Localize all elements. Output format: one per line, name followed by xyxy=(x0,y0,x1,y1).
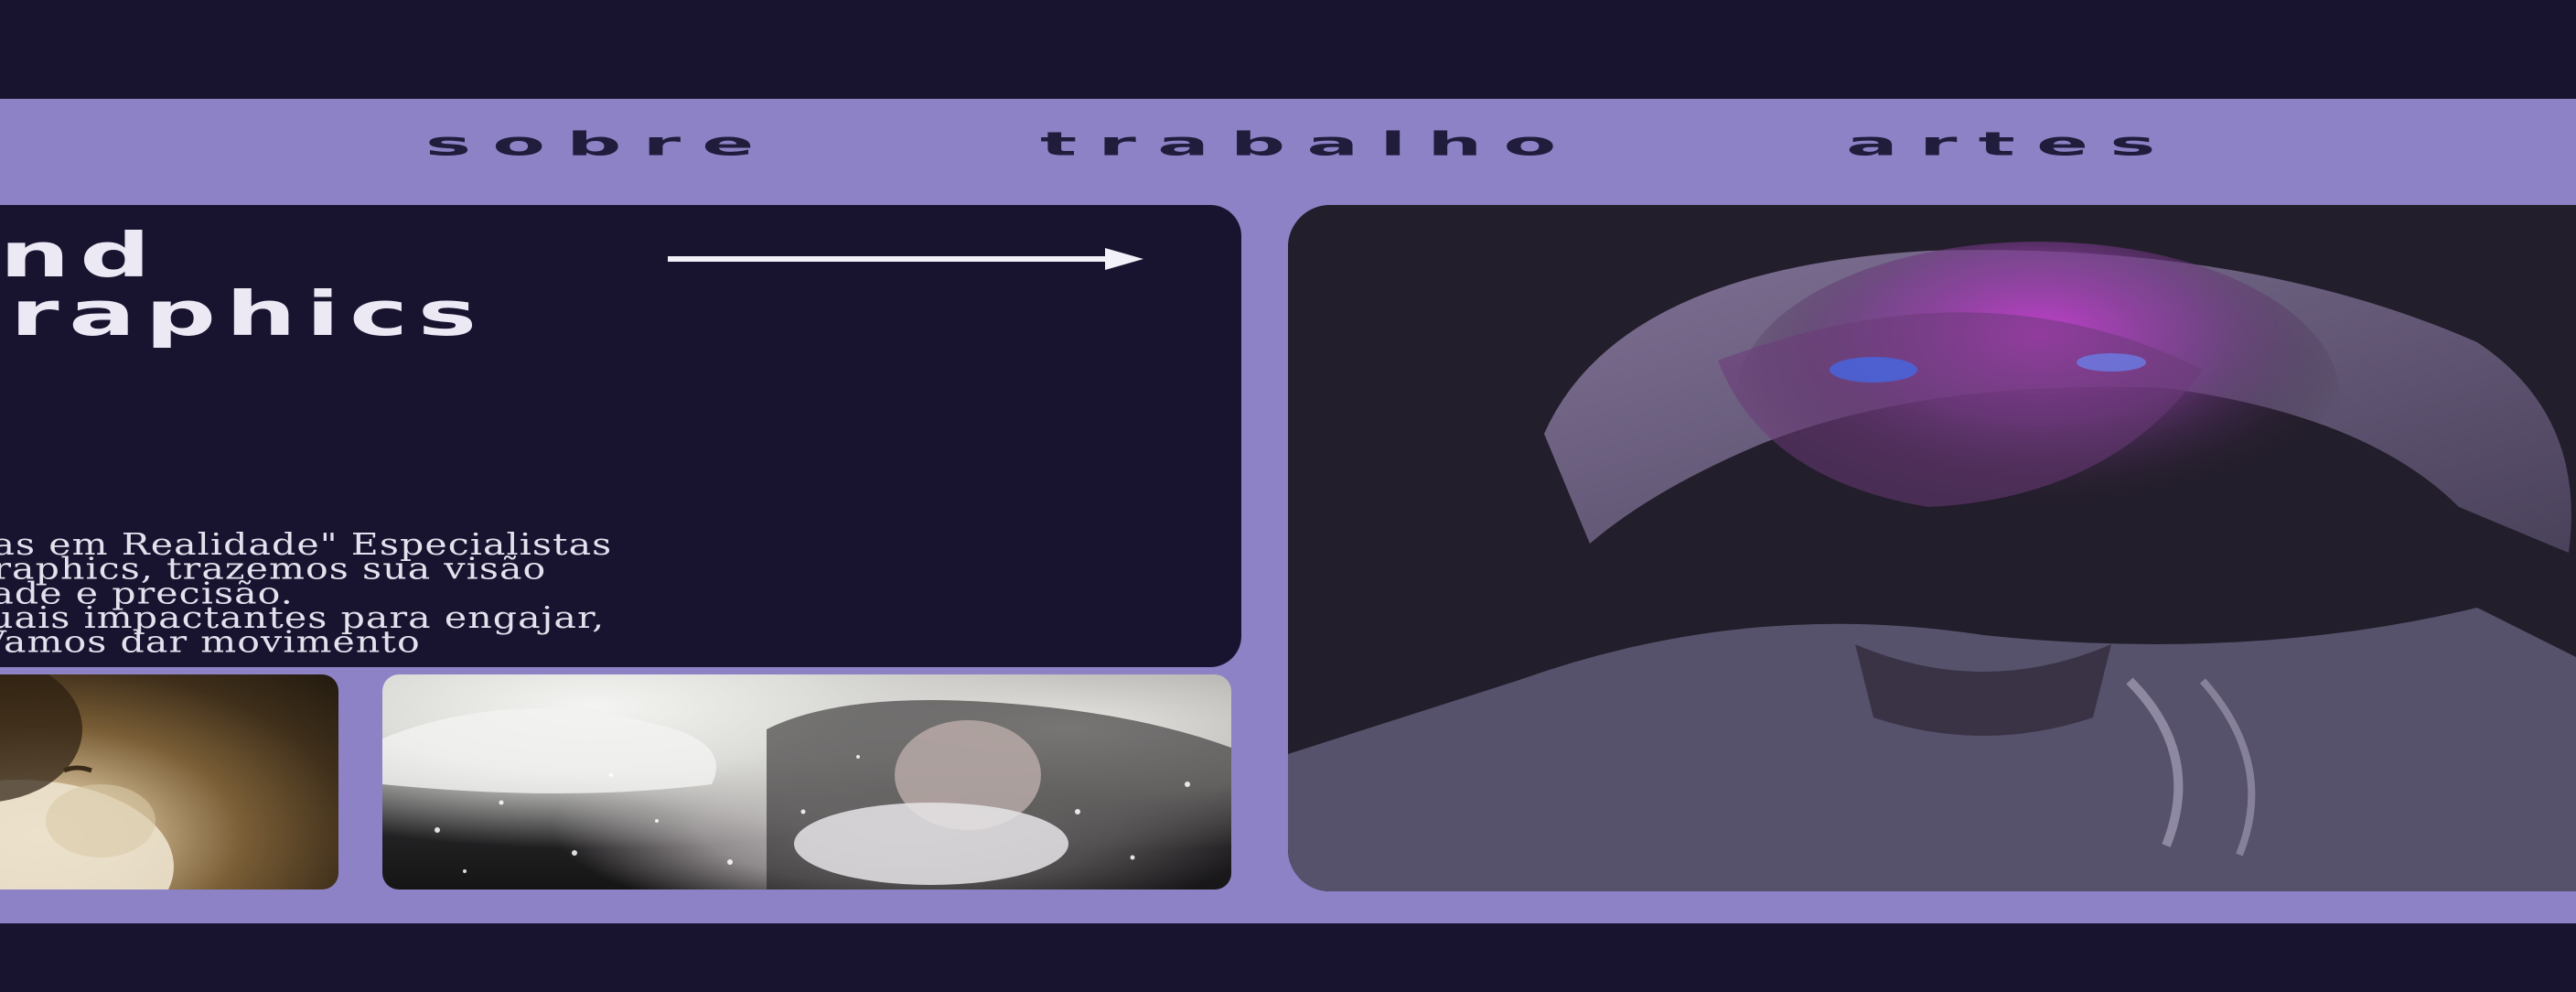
main-nav: sobre trabalho artes xyxy=(0,99,2576,205)
arrow-right-icon[interactable] xyxy=(668,247,1143,271)
portrait-artwork-pink-light xyxy=(1288,205,2576,891)
artwork-thumbnail-warm[interactable] xyxy=(0,674,338,890)
hero-title: n and n-graphics xyxy=(0,220,487,350)
nav-link-sobre[interactable]: sobre xyxy=(425,124,776,163)
portrait-artwork-snow xyxy=(382,700,1231,890)
artwork-thumbnail-snow[interactable] xyxy=(382,674,1231,890)
top-band xyxy=(0,0,2576,99)
nav-link-trabalho[interactable]: trabalho xyxy=(1040,124,1577,163)
nav-link-artes[interactable]: artes xyxy=(1846,124,2177,163)
portrait-artwork-warm xyxy=(0,674,174,890)
hero-description: do Ideias em Realidade" Especialistas ot… xyxy=(0,526,613,660)
hero-card: n and n-graphics do Ideias em Realidade"… xyxy=(0,205,1241,667)
bottom-band xyxy=(0,923,2576,992)
featured-artwork[interactable] xyxy=(1288,205,2576,891)
